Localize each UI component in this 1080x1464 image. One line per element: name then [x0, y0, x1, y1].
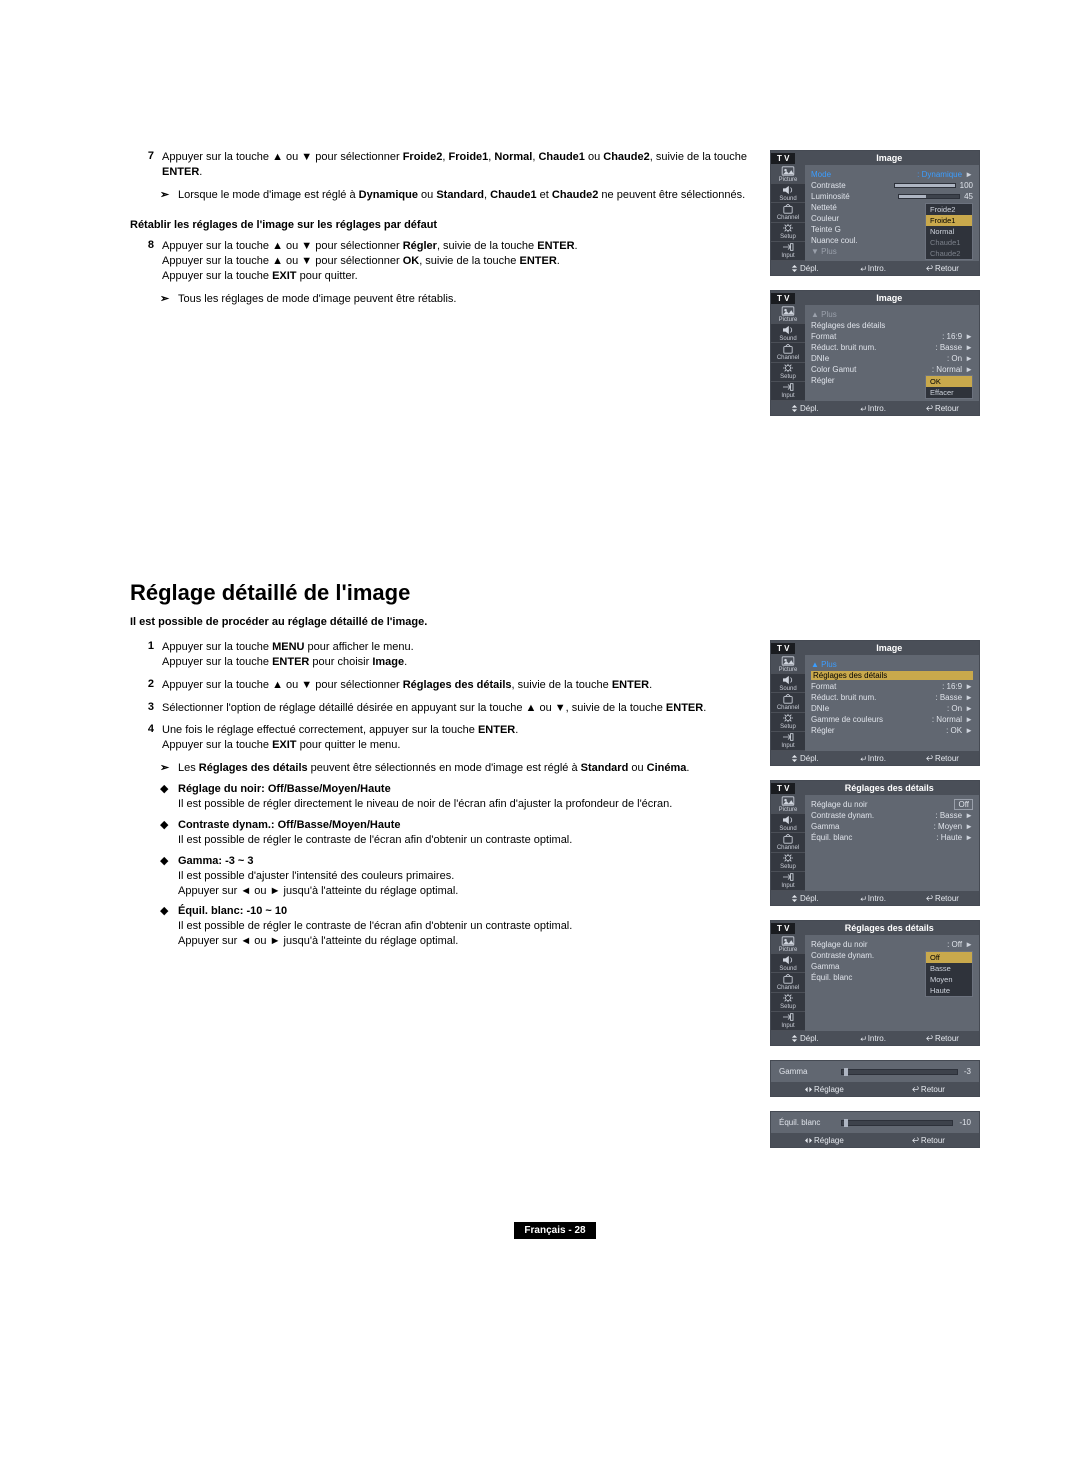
note-marker: ➢: [160, 761, 178, 776]
osd-side-input: Input: [771, 1012, 805, 1031]
osd-side-picture: Picture: [771, 305, 805, 324]
bullet-marker: ◆: [160, 854, 178, 899]
osd-side-channel: Channel: [771, 693, 805, 712]
osd-side-channel: Channel: [771, 203, 805, 222]
osd-slider-white-balance: Équil. blanc-10RéglageRetour: [770, 1111, 980, 1148]
osd-side-setup: Setup: [771, 223, 805, 242]
bullet-marker: ◆: [160, 818, 178, 848]
osd-side-sound: Sound: [771, 324, 805, 343]
osd-side-picture: Picture: [771, 165, 805, 184]
osd-menu-image-details: T VImagePictureSoundChannelSetupInput▲ P…: [770, 640, 980, 766]
page-footer: Français - 28: [130, 1222, 980, 1239]
bullet-marker: ◆: [160, 904, 178, 949]
note-marker: ➢: [160, 292, 178, 307]
osd-menu-image-color: T VImagePictureSoundChannelSetupInputMod…: [770, 150, 980, 276]
section-title: Réglage détaillé de l'image: [130, 580, 980, 606]
osd-side-input: Input: [771, 382, 805, 401]
osd-side-sound: Sound: [771, 674, 805, 693]
osd-side-picture: Picture: [771, 795, 805, 814]
step-number: 2: [130, 678, 162, 693]
step-number: 8: [130, 239, 162, 284]
osd-side-setup: Setup: [771, 713, 805, 732]
osd-side-channel: Channel: [771, 973, 805, 992]
osd-side-channel: Channel: [771, 833, 805, 852]
osd-side-sound: Sound: [771, 814, 805, 833]
osd-menu-details-blacklevel: T VRéglages des détailsPictureSoundChann…: [770, 920, 980, 1046]
bullet-marker: ◆: [160, 782, 178, 812]
osd-side-setup: Setup: [771, 363, 805, 382]
osd-menu-details-main: T VRéglages des détailsPictureSoundChann…: [770, 780, 980, 906]
step-number: 3: [130, 701, 162, 716]
step-number: 7: [130, 150, 162, 180]
osd-side-input: Input: [771, 242, 805, 261]
osd-side-channel: Channel: [771, 343, 805, 362]
section-intro: Il est possible de procéder au réglage d…: [130, 616, 980, 628]
note-marker: ➢: [160, 188, 178, 203]
step-number: 1: [130, 640, 162, 670]
step-7-block: 7 Appuyer sur la touche ▲ ou ▼ pour séle…: [130, 150, 752, 430]
osd-side-input: Input: [771, 732, 805, 751]
osd-side-input: Input: [771, 872, 805, 891]
osd-side-sound: Sound: [771, 184, 805, 203]
osd-side-setup: Setup: [771, 853, 805, 872]
osd-slider-gamma: Gamma-3RéglageRetour: [770, 1060, 980, 1097]
osd-side-sound: Sound: [771, 954, 805, 973]
osd-side-picture: Picture: [771, 935, 805, 954]
step-number: 4: [130, 723, 162, 753]
osd-menu-image-reset: T VImagePictureSoundChannelSetupInput▲ P…: [770, 290, 980, 416]
osd-side-picture: Picture: [771, 655, 805, 674]
osd-side-setup: Setup: [771, 993, 805, 1012]
reset-subheading: Rétablir les réglages de l'image sur les…: [130, 219, 752, 231]
